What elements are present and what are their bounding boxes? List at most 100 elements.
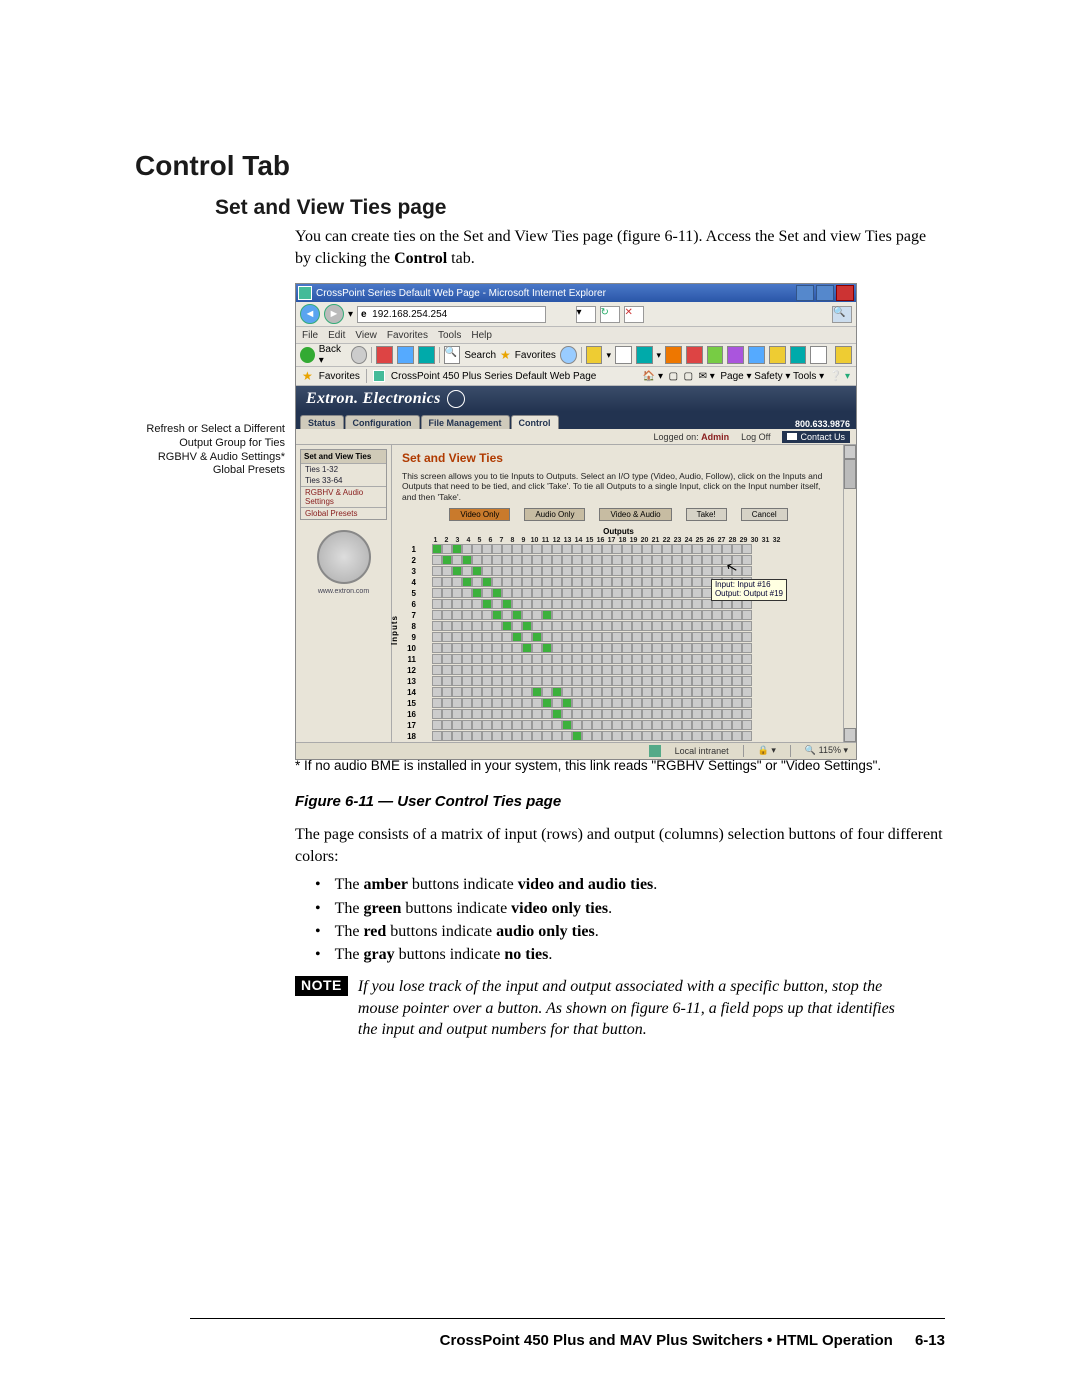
favorites-label[interactable]: Favorites <box>515 350 556 361</box>
tie-cell[interactable] <box>542 632 552 642</box>
tie-cell[interactable] <box>472 709 482 719</box>
tie-cell[interactable] <box>742 676 752 686</box>
tie-cell[interactable] <box>572 566 582 576</box>
tie-cell[interactable] <box>742 566 752 576</box>
row-header[interactable]: 17 <box>402 721 418 730</box>
tie-cell[interactable] <box>522 588 532 598</box>
tie-cell[interactable] <box>532 544 542 554</box>
tie-cell[interactable] <box>702 687 712 697</box>
tie-cell[interactable] <box>482 698 492 708</box>
tie-cell[interactable] <box>682 731 692 741</box>
video-audio-button[interactable]: Video & Audio <box>599 508 671 521</box>
tie-cell[interactable] <box>722 643 732 653</box>
tie-cell[interactable] <box>432 643 442 653</box>
tie-cell[interactable] <box>652 698 662 708</box>
tie-cell[interactable] <box>472 665 482 675</box>
tie-cell[interactable] <box>462 610 472 620</box>
tie-cell[interactable] <box>552 676 562 686</box>
tie-cell[interactable] <box>672 731 682 741</box>
tie-cell[interactable] <box>492 709 502 719</box>
tie-cell[interactable] <box>722 731 732 741</box>
tie-cell[interactable] <box>712 698 722 708</box>
vertical-scrollbar[interactable] <box>843 445 856 742</box>
tie-cell[interactable] <box>562 621 572 631</box>
tie-cell[interactable] <box>582 643 592 653</box>
tie-cell[interactable] <box>592 720 602 730</box>
tie-cell[interactable] <box>572 654 582 664</box>
tie-cell[interactable] <box>732 643 742 653</box>
tie-cell[interactable] <box>502 555 512 565</box>
favbar-star-icon[interactable]: ★ <box>302 369 313 383</box>
tie-cell[interactable] <box>742 544 752 554</box>
tie-cell[interactable] <box>432 654 442 664</box>
tie-cell[interactable] <box>642 555 652 565</box>
side-url[interactable]: www.extron.com <box>296 588 391 595</box>
favbar-feed-icon[interactable]: ▢ <box>669 371 678 382</box>
tie-cell[interactable] <box>592 599 602 609</box>
tie-cell[interactable] <box>592 709 602 719</box>
tie-cell[interactable] <box>442 698 452 708</box>
tie-cell[interactable] <box>542 588 552 598</box>
tie-cell[interactable] <box>702 709 712 719</box>
tie-cell[interactable] <box>692 610 702 620</box>
tie-cell[interactable] <box>512 588 522 598</box>
tie-cell[interactable] <box>642 599 652 609</box>
tie-cell[interactable] <box>582 665 592 675</box>
tie-cell[interactable] <box>672 555 682 565</box>
tie-cell[interactable] <box>592 555 602 565</box>
tie-cell[interactable] <box>542 709 552 719</box>
tie-cell[interactable] <box>702 643 712 653</box>
tie-cell[interactable] <box>652 643 662 653</box>
tie-cell[interactable] <box>492 610 502 620</box>
mail-icon[interactable] <box>586 346 603 364</box>
tie-cell[interactable] <box>732 654 742 664</box>
tie-cell[interactable] <box>622 731 632 741</box>
tie-cell[interactable] <box>592 566 602 576</box>
menu-help[interactable]: Help <box>471 330 492 341</box>
tie-cell[interactable] <box>672 709 682 719</box>
tie-cell[interactable] <box>462 577 472 587</box>
tie-cell[interactable] <box>572 709 582 719</box>
tie-cell[interactable] <box>702 731 712 741</box>
tie-cell[interactable] <box>642 709 652 719</box>
tie-cell[interactable] <box>542 731 552 741</box>
tie-cell[interactable] <box>562 665 572 675</box>
tie-cell[interactable] <box>472 555 482 565</box>
tie-cell[interactable] <box>712 621 722 631</box>
tie-cell[interactable] <box>502 643 512 653</box>
tie-cell[interactable] <box>532 676 542 686</box>
tie-cell[interactable] <box>562 731 572 741</box>
tie-cell[interactable] <box>512 621 522 631</box>
tie-cell[interactable] <box>722 544 732 554</box>
row-header[interactable]: 4 <box>402 578 418 587</box>
tie-cell[interactable] <box>572 687 582 697</box>
tie-cell[interactable] <box>602 610 612 620</box>
tie-cell[interactable] <box>682 577 692 587</box>
tie-cell[interactable] <box>662 698 672 708</box>
tie-cell[interactable] <box>572 577 582 587</box>
tie-cell[interactable] <box>532 610 542 620</box>
tool-icon-4[interactable] <box>727 346 744 364</box>
tie-cell[interactable] <box>482 643 492 653</box>
tie-cell[interactable] <box>472 566 482 576</box>
tie-cell[interactable] <box>592 577 602 587</box>
tie-cell[interactable] <box>452 577 462 587</box>
tie-cell[interactable] <box>662 643 672 653</box>
tie-cell[interactable] <box>662 555 672 565</box>
tie-cell[interactable] <box>672 544 682 554</box>
tie-cell[interactable] <box>682 698 692 708</box>
tie-cell[interactable] <box>692 577 702 587</box>
tie-cell[interactable] <box>502 599 512 609</box>
tie-cell[interactable] <box>452 654 462 664</box>
tie-cell[interactable] <box>582 588 592 598</box>
tie-cell[interactable] <box>622 643 632 653</box>
tie-cell[interactable] <box>522 610 532 620</box>
tie-cell[interactable] <box>742 654 752 664</box>
tie-cell[interactable] <box>572 676 582 686</box>
tie-cell[interactable] <box>592 632 602 642</box>
tie-cell[interactable] <box>442 577 452 587</box>
tie-cell[interactable] <box>472 577 482 587</box>
tie-cell[interactable] <box>662 709 672 719</box>
tie-cell[interactable] <box>452 588 462 598</box>
tie-cell[interactable] <box>592 731 602 741</box>
